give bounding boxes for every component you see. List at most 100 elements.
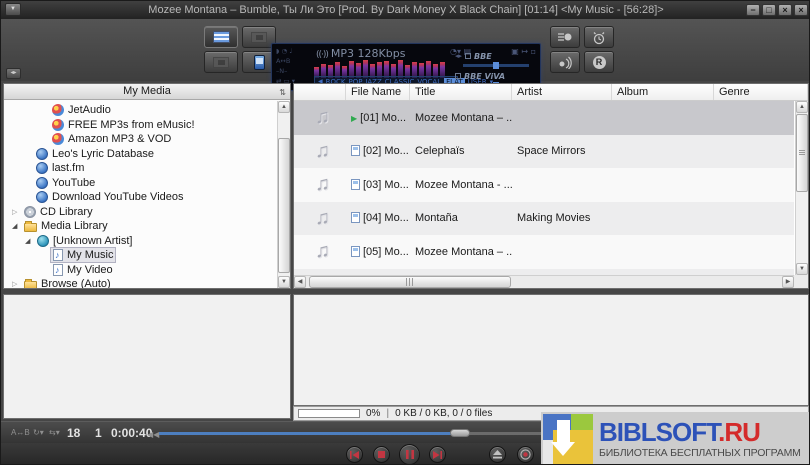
- playlist-vscrollbar-thumb[interactable]: [796, 114, 808, 192]
- video-note-icon: [53, 264, 63, 276]
- column-header-title[interactable]: Title: [410, 84, 512, 100]
- tree-item-label: YouTube: [52, 177, 95, 189]
- pause-button[interactable]: [399, 444, 420, 465]
- seek-thumb[interactable]: [450, 429, 470, 437]
- tree-item-amazon-mp3[interactable]: Amazon MP3 & VOD: [4, 132, 277, 147]
- music-note-icon: [53, 249, 63, 261]
- media-tree-header[interactable]: My Media ⇅: [4, 84, 290, 100]
- collapse-arrow-icon[interactable]: ◢: [12, 222, 22, 230]
- next-icon: [433, 451, 442, 459]
- panel-toggle-button[interactable]: ◂▸: [6, 68, 21, 79]
- playing-icon: ▶: [351, 114, 357, 123]
- close-button[interactable]: ×: [778, 4, 792, 16]
- scroll-left-icon[interactable]: ◀: [294, 276, 306, 288]
- restore-button[interactable]: □: [762, 4, 776, 16]
- file-row-1[interactable]: ♫ ▶[01] Mo... Mozee Montana – ...: [294, 101, 794, 135]
- recording-button[interactable]: R: [584, 51, 614, 73]
- playlist-panel: File Name Title Artist Album Genre ♫ ▶[0…: [293, 83, 809, 289]
- playlist-view-button[interactable]: [204, 26, 238, 48]
- scroll-up-icon[interactable]: ▲: [796, 101, 808, 113]
- tree-item-lastfm[interactable]: last.fm: [4, 161, 277, 176]
- scroll-down-icon[interactable]: ▼: [278, 276, 290, 288]
- track-artist: Making Movies: [512, 212, 612, 224]
- tree-item-my-video[interactable]: My Video: [4, 263, 277, 278]
- album-art-icon: ♫: [294, 240, 346, 263]
- column-header-filename[interactable]: File Name: [346, 84, 410, 100]
- playlist-hscrollbar-thumb[interactable]: [309, 276, 511, 288]
- tree-item-cd-library[interactable]: ▷ CD Library: [4, 205, 277, 220]
- tree-scrollbar-thumb[interactable]: [278, 138, 290, 273]
- expand-arrow-icon[interactable]: ▷: [12, 280, 22, 288]
- rewind-icon[interactable]: ◀◀: [147, 430, 159, 439]
- window-controls: − □ × ×: [746, 4, 808, 16]
- watermark-brand: BIBLSOFT.RU: [599, 419, 801, 445]
- column-header-album[interactable]: Album: [612, 84, 714, 100]
- alarm-button[interactable]: [584, 26, 614, 48]
- tree-item-jetaudio[interactable]: JetAudio: [4, 103, 277, 118]
- file-row-3[interactable]: ♫ [03] Mo... Mozee Montana - ...: [294, 168, 794, 202]
- column-header-artist[interactable]: Artist: [512, 84, 612, 100]
- stop-button[interactable]: [373, 446, 390, 463]
- bbe-viva-checkbox[interactable]: [455, 73, 461, 79]
- column-header-genre[interactable]: Genre: [714, 84, 808, 100]
- playlist-vscrollbar[interactable]: ▲ ▼: [795, 101, 808, 275]
- tree-item-label: last.fm: [52, 162, 84, 174]
- play-order-button[interactable]: ⇆▾: [49, 428, 60, 437]
- ab-repeat-indicator: A↔B: [276, 56, 312, 66]
- current-track-number: 1: [95, 426, 102, 440]
- eject-button[interactable]: [489, 446, 506, 463]
- tree-item-label: Amazon MP3 & VOD: [68, 133, 171, 145]
- sound-effects-button[interactable]: [550, 26, 580, 48]
- track-artist: Space Mirrors: [512, 145, 612, 157]
- tree-item-browse-auto[interactable]: ▷ Browse (Auto): [4, 277, 277, 288]
- tree-item-unknown-artist[interactable]: ◢ [Unknown Artist]: [4, 234, 277, 249]
- file-row-2[interactable]: ♫ [02] Mo... Celephaïs Space Mirrors: [294, 135, 794, 169]
- tree-item-download-youtube[interactable]: Download YouTube Videos: [4, 190, 277, 205]
- bbe-arrows-icon[interactable]: ◂▸: [455, 52, 462, 60]
- close-alt-button[interactable]: ×: [794, 4, 808, 16]
- ab-repeat-button[interactable]: A↔B: [11, 428, 30, 437]
- tree-item-youtube[interactable]: YouTube: [4, 176, 277, 191]
- playlist-hscrollbar[interactable]: ◀ ▶: [294, 275, 794, 288]
- header-spin-icon[interactable]: ⇅: [279, 85, 286, 100]
- bbe-slider-thumb[interactable]: [493, 62, 499, 69]
- globe-icon: [36, 191, 48, 203]
- file-row-5[interactable]: ♫ [05] Mo... Mozee Montana – ...: [294, 235, 794, 269]
- window-title: Mozee Montana – Bumble, Ты Ли Это [Prod.…: [1, 4, 810, 16]
- tree-scrollbar[interactable]: ▲ ▼: [277, 101, 290, 288]
- previous-track-button[interactable]: [346, 446, 363, 463]
- lcd-indicator-icons-2: –N–: [276, 66, 312, 76]
- tree-item-free-mp3s[interactable]: FREE MP3s from eMusic!: [4, 118, 277, 133]
- scroll-up-icon[interactable]: ▲: [278, 101, 290, 113]
- media-tree-title: My Media: [123, 85, 171, 97]
- file-row-4[interactable]: ♫ [04] Mo... Montaña Making Movies: [294, 202, 794, 236]
- tree-item-lyric-database[interactable]: Leo's Lyric Database: [4, 147, 277, 162]
- record-button[interactable]: [517, 446, 534, 463]
- globe-icon: [36, 177, 48, 189]
- remote-button[interactable]: [204, 51, 238, 73]
- window-menu-button[interactable]: ▼: [5, 3, 21, 16]
- collapse-arrow-icon[interactable]: ◢: [25, 237, 35, 245]
- tree-item-label: Browse (Auto): [41, 278, 111, 288]
- track-title: Montaña: [410, 212, 512, 224]
- media-tree: JetAudio FREE MP3s from eMusic! Amazon M…: [4, 101, 277, 288]
- repeat-mode-button[interactable]: ↻▾: [33, 428, 44, 437]
- next-track-button[interactable]: [429, 446, 446, 463]
- bbe-slider[interactable]: [463, 64, 529, 67]
- scroll-right-icon[interactable]: ▶: [782, 276, 794, 288]
- sound-output-button[interactable]: [550, 51, 580, 73]
- scroll-down-icon[interactable]: ▼: [796, 263, 808, 275]
- titlebar[interactable]: ▼ Mozee Montana – Bumble, Ты Ли Это [Pro…: [1, 1, 810, 19]
- minimize-button[interactable]: −: [746, 4, 760, 16]
- column-header-art[interactable]: [294, 84, 346, 100]
- emusic-icon: [52, 119, 64, 131]
- stop-icon: [378, 451, 385, 458]
- tree-item-label: Media Library: [41, 220, 108, 232]
- lower-left-panel: [3, 294, 291, 419]
- broadcast-icon: [251, 32, 267, 43]
- tree-item-media-library[interactable]: ◢ Media Library: [4, 219, 277, 234]
- expand-arrow-icon[interactable]: ▷: [12, 208, 22, 216]
- bbe-checkbox[interactable]: [465, 53, 471, 59]
- scrollbar-corner: [794, 275, 808, 288]
- tree-item-my-music[interactable]: My Music: [4, 248, 277, 263]
